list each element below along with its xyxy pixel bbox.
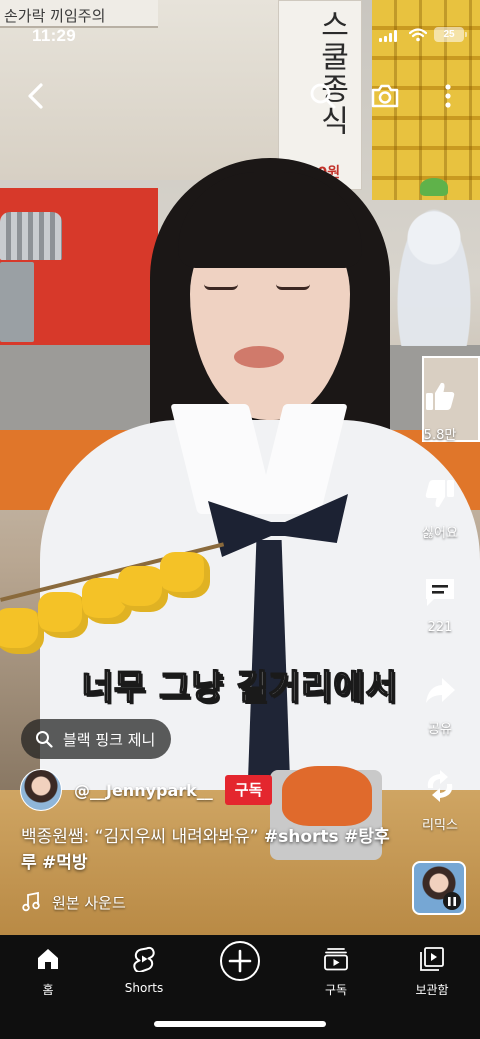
thumbs-up-icon — [426, 382, 455, 410]
like-count: 5.8만 — [423, 428, 457, 443]
remix-button[interactable]: 리믹스 — [400, 766, 480, 833]
comment-icon — [426, 579, 454, 606]
hashtag-link[interactable]: #shorts — [264, 827, 339, 847]
comments-button[interactable]: 221 — [400, 572, 480, 635]
search-icon — [36, 731, 53, 748]
channel-name[interactable]: @__Jennypark__ — [74, 781, 213, 800]
video-caption: 너무 그냥 길거리에서 — [0, 660, 480, 709]
subscriptions-icon — [324, 948, 348, 971]
food-noodles — [282, 766, 372, 826]
sound-thumbnail[interactable] — [412, 861, 466, 915]
like-button[interactable]: 5.8만 — [400, 376, 480, 443]
video-title-text: 백종원쌤: “김지우씨 내려와봐유” — [21, 827, 259, 847]
chevron-left-icon — [28, 83, 43, 109]
camera-button[interactable] — [365, 76, 405, 116]
nav-shorts-label: Shorts — [124, 981, 164, 995]
bear-figure — [392, 196, 476, 346]
bear-figure-hat — [420, 178, 448, 196]
dislike-button[interactable]: 싫어요 — [400, 474, 480, 541]
search-icon — [310, 83, 336, 109]
create-plus-icon — [220, 941, 260, 981]
home-icon — [38, 949, 58, 969]
share-label: 공유 — [428, 722, 452, 737]
search-suggestion-chip[interactable]: 블랙 핑크 제니 — [21, 719, 172, 759]
pause-badge-icon — [443, 892, 461, 910]
remix-icon — [427, 770, 453, 802]
camera-icon — [371, 84, 399, 108]
more-options-button[interactable] — [428, 76, 468, 116]
nav-library[interactable]: 보관함 — [384, 943, 480, 998]
status-time: 11:29 — [32, 26, 77, 45]
remix-label: 리믹스 — [422, 818, 458, 833]
background-pot — [0, 262, 34, 342]
background-ladles — [0, 212, 62, 260]
back-button[interactable] — [16, 76, 56, 116]
person-eye-right — [276, 284, 310, 290]
channel-avatar[interactable] — [20, 769, 62, 811]
nav-home[interactable]: 홈 — [0, 943, 96, 998]
sound-row[interactable]: 원본 사운드 — [22, 889, 126, 915]
music-note-icon — [22, 892, 40, 912]
comment-count: 221 — [427, 620, 453, 635]
channel-row: @__Jennypark__ 구독 — [20, 768, 273, 812]
nav-library-label: 보관함 — [415, 983, 449, 997]
dislike-label: 싫어요 — [422, 526, 458, 541]
library-icon — [420, 947, 444, 971]
nav-home-label: 홈 — [42, 983, 54, 997]
search-chip-text: 블랙 핑크 제니 — [63, 730, 156, 749]
bottom-navigation: 홈 Shorts 구독 보관함 — [0, 935, 480, 1039]
nav-subscriptions-label: 구독 — [324, 983, 348, 997]
caption-text: 너무 그냥 길거리에서 — [81, 667, 399, 709]
nav-subscriptions[interactable]: 구독 — [288, 943, 384, 998]
nav-create[interactable] — [192, 939, 288, 983]
battery-icon: 25 — [434, 27, 467, 42]
hashtag-link[interactable]: #먹방 — [42, 853, 88, 873]
person-lips — [234, 346, 284, 368]
sound-label: 원본 사운드 — [52, 893, 126, 912]
top-bar — [0, 72, 480, 122]
tanghulu-fruit — [38, 592, 88, 638]
tanghulu-fruit — [160, 552, 210, 598]
subscribe-button[interactable]: 구독 — [224, 775, 273, 805]
nav-shorts[interactable]: Shorts — [96, 943, 192, 995]
more-vertical-icon — [445, 84, 451, 108]
cellular-signal-icon — [379, 30, 399, 42]
person-eye-left — [204, 284, 238, 290]
video-title[interactable]: 백종원쌤: “김지우씨 내려와봐유” #shorts #탕후루 #먹방 — [21, 824, 401, 876]
thumbs-down-icon — [425, 480, 454, 508]
status-bar: 11:29 25 — [0, 0, 480, 64]
search-button[interactable] — [303, 76, 343, 116]
shorts-icon — [133, 946, 155, 972]
home-indicator[interactable] — [154, 1021, 326, 1027]
wifi-icon — [409, 28, 427, 42]
